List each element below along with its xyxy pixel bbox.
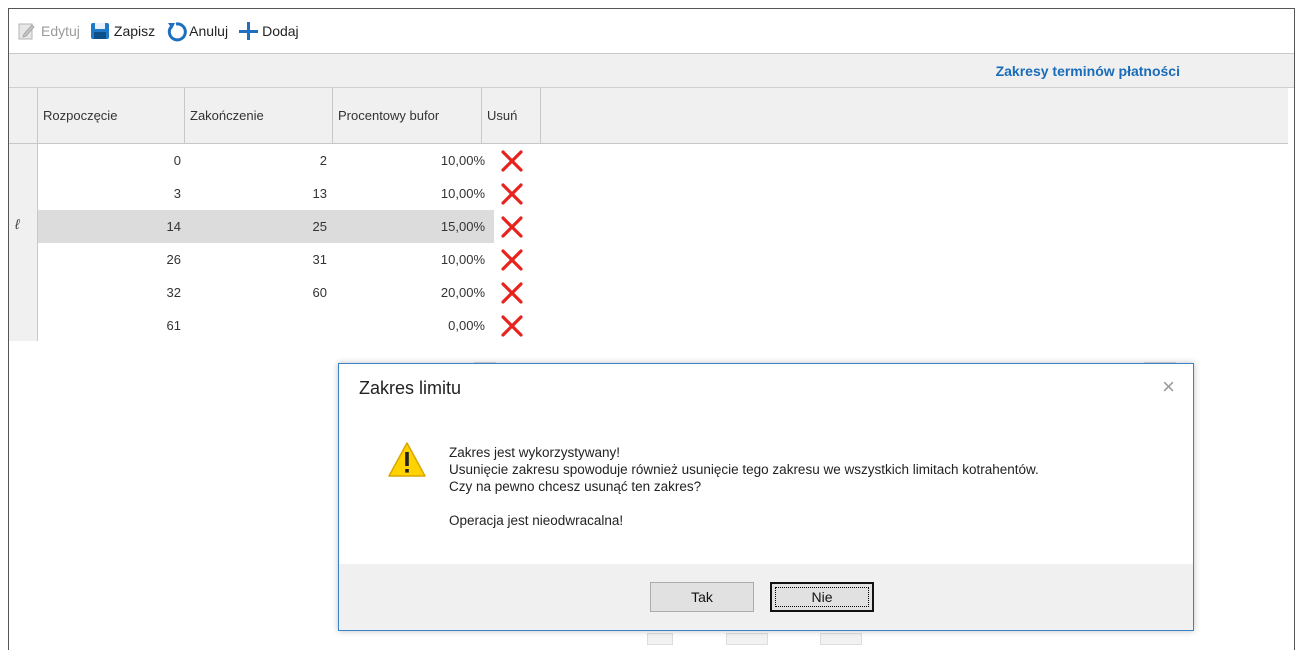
row-indicator-column: ℓ [9, 144, 38, 341]
column-header-buffer[interactable]: Procentowy bufor [333, 88, 482, 143]
table-row[interactable]: 26 31 10,00% [38, 243, 523, 276]
cell-start[interactable]: 26 [38, 243, 181, 276]
table-row[interactable]: 14 25 15,00% [38, 210, 523, 243]
background-button-edge [647, 633, 673, 645]
table-row[interactable]: 61 0,00% [38, 309, 523, 342]
confirm-dialog: Zakres limitu × Zakres jest wykorzystywa… [338, 363, 1194, 631]
cell-end[interactable]: 2 [185, 144, 327, 177]
cell-buffer[interactable]: 10,00% [333, 177, 485, 210]
cell-end[interactable]: 25 [185, 210, 327, 243]
background-button-edge [820, 633, 862, 645]
save-icon [90, 21, 110, 41]
section-header: Zakresy terminów płatności [9, 54, 1294, 88]
cell-start[interactable]: 32 [38, 276, 181, 309]
cancel-button[interactable]: Anuluj [165, 21, 229, 42]
cell-end[interactable] [185, 309, 327, 342]
cell-buffer[interactable]: 10,00% [333, 243, 485, 276]
cell-end[interactable]: 31 [185, 243, 327, 276]
save-button[interactable]: Zapisz [90, 21, 155, 41]
delete-icon[interactable] [500, 248, 524, 272]
save-label: Zapisz [113, 23, 156, 39]
column-header-end[interactable]: Zakończenie [185, 88, 333, 143]
yes-button[interactable]: Tak [650, 582, 754, 612]
row-indicator-header [9, 88, 38, 143]
message-line: Usunięcie zakresu spowoduje również usun… [449, 462, 1039, 477]
cell-buffer[interactable]: 0,00% [333, 309, 485, 342]
close-icon[interactable]: × [1162, 374, 1175, 400]
dialog-message: Zakres jest wykorzystywany! Usunięcie za… [449, 444, 1039, 529]
focus-rectangle [775, 587, 869, 607]
undo-icon [165, 21, 187, 42]
cell-end[interactable]: 13 [185, 177, 327, 210]
cell-start[interactable]: 0 [38, 144, 181, 177]
dialog-title: Zakres limitu [359, 378, 462, 398]
toolbar: Edytuj Zapisz Anuluj Dodaj [9, 9, 1294, 54]
cell-start[interactable]: 3 [38, 177, 181, 210]
column-header-delete[interactable]: Usuń [482, 88, 541, 143]
edit-icon [17, 21, 37, 41]
cell-start[interactable]: 61 [38, 309, 181, 342]
dialog-footer: Tak Nie [339, 564, 1193, 630]
background-button-edge [726, 633, 768, 645]
delete-icon[interactable] [500, 182, 524, 206]
column-header-start[interactable]: Rozpoczęcie [38, 88, 185, 143]
section-title: Zakresy terminów płatności [995, 63, 1180, 79]
message-line: Zakres jest wykorzystywany! [449, 445, 621, 460]
add-label: Dodaj [262, 23, 299, 39]
dialog-body: Zakres jest wykorzystywany! Usunięcie za… [339, 414, 1193, 564]
add-button[interactable]: Dodaj [238, 21, 299, 41]
edit-button[interactable]: Edytuj [17, 21, 80, 41]
table-row[interactable]: 32 60 20,00% [38, 276, 523, 309]
delete-icon[interactable] [500, 149, 524, 173]
grid-header: Rozpoczęcie Zakończenie Procentowy bufor… [9, 88, 1288, 144]
cell-start[interactable]: 14 [38, 210, 181, 243]
table-row[interactable]: 3 13 10,00% [38, 177, 523, 210]
plus-icon [238, 21, 259, 41]
delete-icon[interactable] [500, 215, 524, 239]
yes-label: Tak [691, 589, 713, 605]
table-row[interactable]: 0 2 10,00% [38, 144, 523, 177]
delete-icon[interactable] [500, 314, 524, 338]
message-warning-line: Operacja jest nieodwracalna! [449, 513, 624, 528]
cell-buffer[interactable]: 20,00% [333, 276, 485, 309]
no-button[interactable]: Nie [770, 582, 874, 612]
message-line: Czy na pewno chcesz usunąć ten zakres? [449, 479, 702, 494]
edit-label: Edytuj [41, 23, 80, 39]
cell-buffer[interactable]: 10,00% [333, 144, 485, 177]
edit-row-indicator-icon: ℓ [15, 216, 20, 232]
delete-icon[interactable] [500, 281, 524, 305]
cell-end[interactable]: 60 [185, 276, 327, 309]
warning-icon [387, 441, 427, 479]
cancel-label: Anuluj [189, 23, 229, 39]
cell-buffer[interactable]: 15,00% [333, 210, 485, 243]
